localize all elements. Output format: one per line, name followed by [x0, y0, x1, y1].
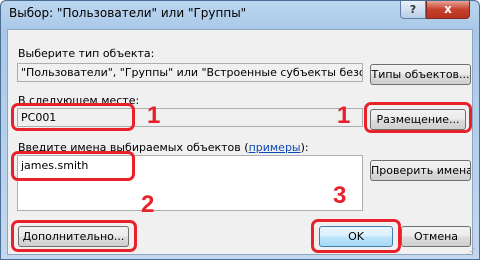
step-number-locations-button: 1	[337, 102, 351, 129]
examples-link[interactable]: примеры	[249, 141, 301, 154]
close-button[interactable]: x	[426, 1, 470, 19]
step-number-advanced: 2	[141, 191, 155, 218]
ok-button-highlight	[311, 219, 401, 253]
help-button[interactable]: ?	[400, 1, 426, 19]
object-names-highlight	[11, 151, 135, 181]
advanced-button-highlight	[11, 220, 137, 252]
location-field-highlight	[11, 103, 135, 131]
title-bar[interactable]: Выбор: "Пользователи" или "Группы" ? x	[1, 1, 479, 27]
window-title: Выбор: "Пользователи" или "Группы"	[9, 6, 247, 20]
select-users-dialog: Выбор: "Пользователи" или "Группы" ? x В…	[0, 0, 480, 260]
object-names-label-suffix: ):	[300, 141, 309, 154]
step-number-ok: 3	[333, 182, 347, 209]
cancel-button[interactable]: Отмена	[401, 226, 471, 247]
object-types-button[interactable]: Типы объектов...	[370, 64, 471, 85]
locations-button-highlight	[364, 102, 472, 133]
object-type-field: "Пользователи", "Группы" или "Встроенные…	[17, 63, 363, 82]
step-number-location: 1	[147, 102, 161, 129]
resize-grip-icon[interactable]: ⋰	[467, 247, 477, 257]
object-type-label: Выберите тип объекта:	[18, 47, 155, 60]
check-names-button[interactable]: Проверить имена	[370, 160, 471, 181]
